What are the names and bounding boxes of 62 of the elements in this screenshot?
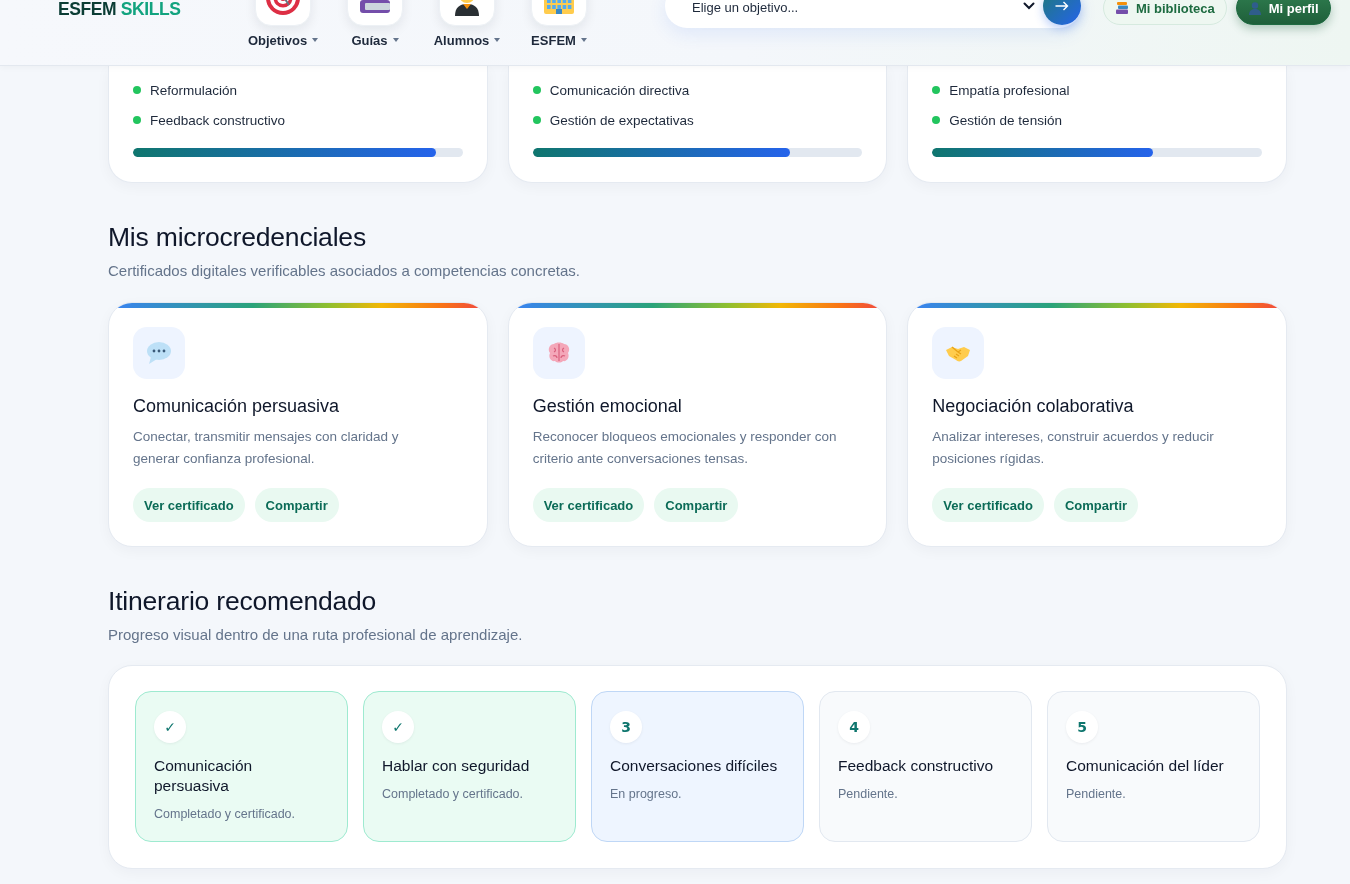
books-icon xyxy=(1115,1,1129,15)
user-icon xyxy=(1247,1,1262,15)
handshake-icon xyxy=(932,327,985,379)
step-title: Comunicación persuasiva xyxy=(154,756,254,796)
section-title: Mis microcredenciales xyxy=(108,221,366,253)
section-title: Itinerario recomendado xyxy=(108,585,377,617)
step-marker: 5 xyxy=(1066,711,1098,743)
credential-description: Reconocer bloqueos emocionales y responder con criterio ante conversaciones tensas. xyxy=(532,428,838,468)
share-button[interactable]: Compartir xyxy=(654,488,739,522)
chevron-down-icon xyxy=(1023,2,1035,10)
skill-text: Reformulación xyxy=(150,82,238,98)
section-subtitle: Progreso visual dentro de una ruta profesional de aprendizaje. xyxy=(108,625,523,645)
nav-menu-button[interactable]: Objetivos xyxy=(247,32,319,48)
step-status: Pendiente. xyxy=(1066,786,1126,803)
credential-title: Gestión emocional xyxy=(532,395,682,418)
view-certificate-button[interactable]: Ver certificado xyxy=(932,488,1044,522)
logo: ESFEM SKILLS xyxy=(58,0,181,19)
skill-text: Gestión de tensión xyxy=(949,112,1062,128)
credential-description: Conectar, transmitir mensajes con claridad y generar confianza profesional. xyxy=(133,428,400,468)
caret-icon xyxy=(494,38,501,42)
step-status: Pendiente. xyxy=(838,786,898,803)
bullet-dot-icon xyxy=(932,86,941,94)
step-status: Completado y certificado. xyxy=(154,806,296,823)
step-title: Feedback constructivo xyxy=(838,756,994,776)
caret-icon xyxy=(580,38,587,42)
bullet-dot-icon xyxy=(532,86,541,94)
goal-select[interactable]: Elige un objetivo... xyxy=(665,0,1081,28)
bullet-dot-icon xyxy=(532,116,541,124)
arrow-right-icon xyxy=(1055,1,1069,11)
bullet-dot-icon xyxy=(133,86,141,94)
credential-description: Analizar intereses, construir acuerdos y reducir posiciones rígidas. xyxy=(932,428,1215,468)
step-title: Hablar con seguridad xyxy=(382,756,530,776)
skill-text: Feedback constructivo xyxy=(150,112,286,128)
step-status: En progreso. xyxy=(610,786,682,803)
skill-text: Empatía profesional xyxy=(949,82,1070,98)
skill-text: Comunicación directiva xyxy=(549,82,690,98)
step-marker: 4 xyxy=(838,711,870,743)
credential-title: Comunicación persuasiva xyxy=(133,395,340,418)
bullet-dot-icon xyxy=(932,116,941,124)
share-button[interactable]: Compartir xyxy=(254,488,339,522)
caret-icon xyxy=(392,38,399,42)
nav-menu-button[interactable]: ESFEM xyxy=(531,32,587,48)
step-marker: ✓ xyxy=(382,711,414,743)
skill-text: Gestión de expectativas xyxy=(549,112,694,128)
nav-menu-button[interactable]: Guías xyxy=(351,32,399,48)
brain-icon xyxy=(532,327,585,379)
step-status: Completado y certificado. xyxy=(382,786,524,803)
section-subtitle: Certificados digitales verificables asociados a competencias concretas. xyxy=(108,261,580,281)
view-certificate-button[interactable]: Ver certificado xyxy=(133,488,245,522)
bullet-dot-icon xyxy=(133,116,141,124)
credential-title: Negociación colaborativa xyxy=(932,395,1134,418)
caret-icon xyxy=(312,38,319,42)
step-title: Conversaciones difíciles xyxy=(610,756,778,776)
view-certificate-button[interactable]: Ver certificado xyxy=(532,488,645,522)
profile-button[interactable]: Mi perfil xyxy=(1235,0,1331,25)
step-title: Comunicación del líder xyxy=(1066,756,1224,776)
nav-menu-button[interactable]: Alumnos xyxy=(433,32,501,48)
library-button[interactable]: Mi biblioteca xyxy=(1103,0,1227,25)
step-marker: 3 xyxy=(610,711,642,743)
step-marker: ✓ xyxy=(154,711,186,743)
speech-bubble-icon xyxy=(133,327,185,379)
share-button[interactable]: Compartir xyxy=(1053,488,1139,522)
